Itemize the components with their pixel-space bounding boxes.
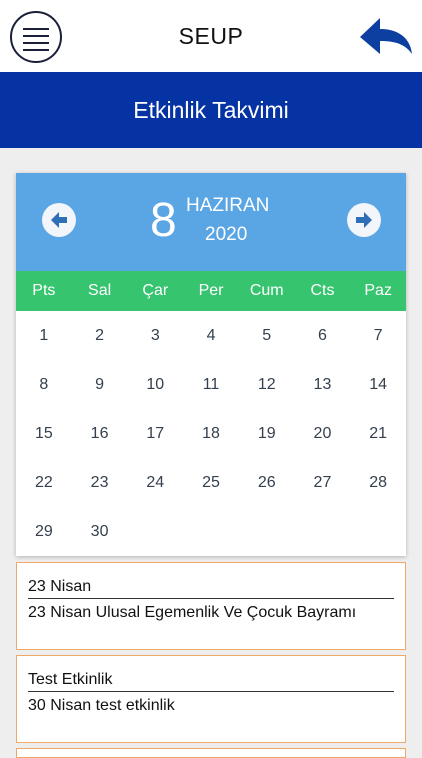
calendar-day-cell <box>295 507 351 556</box>
calendar-day-cell[interactable]: 16 <box>72 409 128 458</box>
calendar-day-cell[interactable]: 7 <box>350 311 406 360</box>
event-divider <box>28 598 394 599</box>
calendar-day-cell[interactable]: 8 <box>16 360 72 409</box>
calendar-week-row: 15 16 17 18 19 20 21 <box>16 409 406 458</box>
event-description: 23 Nisan Ulusal Egemenlik Ve Çocuk Bayra… <box>28 604 357 621</box>
calendar-day-cell <box>127 507 183 556</box>
weekday-label: Cum <box>249 282 284 299</box>
calendar-day-cell[interactable]: 4 <box>183 311 239 360</box>
calendar-day-cell[interactable]: 6 <box>295 311 351 360</box>
calendar-day-cell[interactable]: 13 <box>295 360 351 409</box>
event-divider <box>28 691 394 692</box>
weekday-label: Pts <box>32 282 56 299</box>
calendar-widget: 8 HAZIRAN 2020 Pts Sal Çar Per Cum Cts P… <box>16 173 406 556</box>
calendar-day-cell[interactable]: 11 <box>183 360 239 409</box>
hamburger-menu-icon <box>23 28 49 30</box>
page-title: Etkinlik Takvimi <box>133 97 289 123</box>
weekday-header: Pts Sal Çar Per Cum Cts Paz <box>16 271 406 311</box>
calendar-day-cell <box>350 507 406 556</box>
event-title: 23 Nisan <box>28 578 92 595</box>
calendar-header: 8 HAZIRAN 2020 <box>16 173 406 271</box>
arrow-left-icon <box>51 212 67 228</box>
calendar-day-cell[interactable]: 29 <box>16 507 72 556</box>
weekday-label: Paz <box>364 282 392 299</box>
calendar-day-cell[interactable]: 1 <box>16 311 72 360</box>
page-banner: Etkinlik Takvimi <box>0 72 422 148</box>
calendar-week-row: 22 23 24 25 26 27 28 <box>16 458 406 507</box>
back-arrow-icon <box>360 18 412 54</box>
hamburger-menu-icon-line <box>23 35 49 37</box>
event-card[interactable]: Test Etkinlik 30 Nisan test etkinlik <box>16 655 406 743</box>
arrow-right-icon <box>356 212 372 228</box>
selected-year: 2020 <box>205 224 248 245</box>
next-month-button[interactable] <box>347 203 381 237</box>
calendar-day-cell[interactable]: 17 <box>127 409 183 458</box>
calendar-day-cell[interactable]: 18 <box>183 409 239 458</box>
calendar-day-cell[interactable]: 28 <box>350 458 406 507</box>
calendar-day-cell[interactable]: 2 <box>72 311 128 360</box>
calendar-week-row: 1 2 3 4 5 6 7 <box>16 311 406 360</box>
menu-button[interactable] <box>10 11 62 63</box>
calendar-day-cell[interactable]: 10 <box>127 360 183 409</box>
back-button[interactable] <box>358 14 414 60</box>
calendar-week-row: 29 30 <box>16 507 406 556</box>
calendar-day-cell[interactable]: 14 <box>350 360 406 409</box>
event-description: 30 Nisan test etkinlik <box>28 697 175 714</box>
selected-day: 8 <box>150 194 177 247</box>
weekday-label: Sal <box>88 282 112 299</box>
calendar-day-cell <box>239 507 295 556</box>
weekday-label: Çar <box>142 282 169 299</box>
calendar-day-cell[interactable]: 9 <box>72 360 128 409</box>
calendar-day-cell[interactable]: 12 <box>239 360 295 409</box>
weekday-label: Cts <box>310 282 335 299</box>
calendar-day-cell <box>183 507 239 556</box>
event-title: Test Etkinlik <box>28 671 113 688</box>
selected-month: HAZIRAN <box>186 195 270 216</box>
calendar-day-cell[interactable]: 27 <box>295 458 351 507</box>
calendar-day-cell[interactable]: 30 <box>72 507 128 556</box>
weekday-label: Per <box>198 282 224 299</box>
hamburger-menu-icon-line <box>23 42 49 44</box>
event-card[interactable]: 23 Nisan 23 Nisan Ulusal Egemenlik Ve Ço… <box>16 562 406 650</box>
calendar-day-cell[interactable]: 22 <box>16 458 72 507</box>
calendar-day-cell[interactable]: 25 <box>183 458 239 507</box>
previous-month-button[interactable] <box>42 203 76 237</box>
hamburger-menu-icon-line <box>23 49 49 51</box>
calendar-day-cell[interactable]: 21 <box>350 409 406 458</box>
calendar-week-row: 8 9 10 11 12 13 14 <box>16 360 406 409</box>
calendar-day-cell[interactable]: 26 <box>239 458 295 507</box>
calendar-day-cell[interactable]: 24 <box>127 458 183 507</box>
calendar-day-cell[interactable]: 23 <box>72 458 128 507</box>
calendar-day-cell[interactable]: 19 <box>239 409 295 458</box>
calendar-day-cell[interactable]: 3 <box>127 311 183 360</box>
top-app-bar: SEUP <box>0 0 422 72</box>
calendar-day-cell[interactable]: 15 <box>16 409 72 458</box>
calendar-day-grid: 1 2 3 4 5 6 7 8 9 10 11 12 13 14 15 16 1… <box>16 311 406 556</box>
calendar-day-cell[interactable]: 20 <box>295 409 351 458</box>
calendar-day-cell[interactable]: 5 <box>239 311 295 360</box>
